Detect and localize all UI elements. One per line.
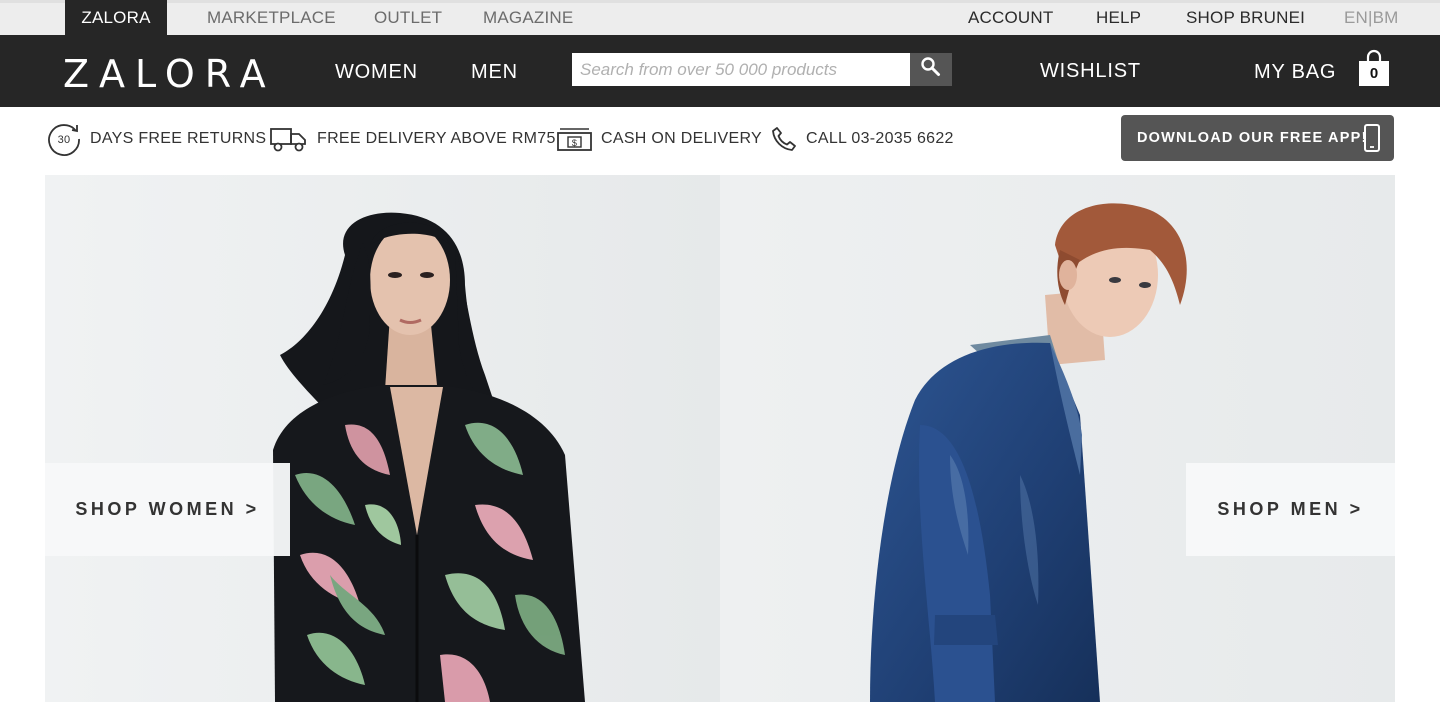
shopping-bag-icon[interactable]: 0 bbox=[1358, 49, 1390, 87]
download-app-button[interactable]: DOWNLOAD OUR FREE APP! bbox=[1121, 115, 1394, 161]
tab-zalora[interactable]: ZALORA bbox=[65, 0, 167, 38]
hero-men-banner[interactable]: SHOP MEN > bbox=[720, 175, 1395, 702]
phone-icon bbox=[770, 125, 798, 153]
search-input[interactable] bbox=[572, 53, 910, 86]
returns-icon: 30 bbox=[46, 121, 82, 157]
usp-free-returns: 30 DAYS FREE RETURNS bbox=[46, 120, 266, 158]
usp-free-delivery: FREE DELIVERY ABOVE RM75 bbox=[269, 120, 556, 158]
usp-cod-text: CASH ON DELIVERY bbox=[601, 130, 762, 147]
shop-brunei-link[interactable]: SHOP BRUNEI bbox=[1186, 8, 1305, 28]
tab-magazine[interactable]: MAGAZINE bbox=[483, 8, 573, 28]
zalora-logo[interactable]: ZALORA bbox=[63, 52, 276, 96]
language-switcher[interactable]: EN|BM bbox=[1344, 8, 1399, 28]
men-model-image bbox=[720, 175, 1395, 702]
usp-call-text[interactable]: CALL 03-2035 6622 bbox=[806, 130, 954, 148]
nav-men[interactable]: MEN bbox=[471, 61, 518, 84]
truck-icon bbox=[269, 124, 309, 154]
usp-cash-on-delivery: $ CASH ON DELIVERY bbox=[556, 120, 762, 158]
cash-icon: $ bbox=[556, 126, 593, 152]
tab-outlet[interactable]: OUTLET bbox=[374, 8, 442, 28]
download-app-label: DOWNLOAD OUR FREE APP! bbox=[1137, 130, 1368, 146]
tab-marketplace[interactable]: MARKETPLACE bbox=[207, 8, 336, 28]
svg-text:$: $ bbox=[572, 138, 577, 148]
main-navigation: ZALORA WOMEN MEN WISHLIST MY BAG 0 bbox=[0, 35, 1440, 107]
wishlist-link[interactable]: WISHLIST bbox=[1040, 60, 1141, 83]
usp-delivery-text: FREE DELIVERY ABOVE RM75 bbox=[317, 130, 556, 147]
top-utility-bar: ZALORA MARKETPLACE OUTLET MAGAZINE ACCOU… bbox=[0, 0, 1440, 38]
search-icon bbox=[920, 56, 942, 83]
account-link[interactable]: ACCOUNT bbox=[968, 8, 1053, 28]
bag-count-badge: 0 bbox=[1369, 65, 1379, 82]
shop-women-button[interactable]: SHOP WOMEN > bbox=[45, 463, 290, 556]
search-button[interactable] bbox=[910, 53, 952, 86]
nav-women[interactable]: WOMEN bbox=[335, 61, 418, 84]
my-bag-link[interactable]: MY BAG bbox=[1254, 61, 1336, 84]
usp-returns-text: DAYS FREE RETURNS bbox=[90, 130, 267, 147]
usp-call: CALL 03-2035 6622 bbox=[770, 120, 954, 158]
hero-women-banner[interactable]: SHOP WOMEN > bbox=[45, 175, 720, 702]
mobile-phone-icon bbox=[1362, 123, 1382, 157]
women-model-image bbox=[45, 175, 720, 702]
help-link[interactable]: HELP bbox=[1096, 8, 1141, 28]
shop-men-button[interactable]: SHOP MEN > bbox=[1186, 463, 1395, 556]
svg-text:30: 30 bbox=[58, 134, 71, 146]
